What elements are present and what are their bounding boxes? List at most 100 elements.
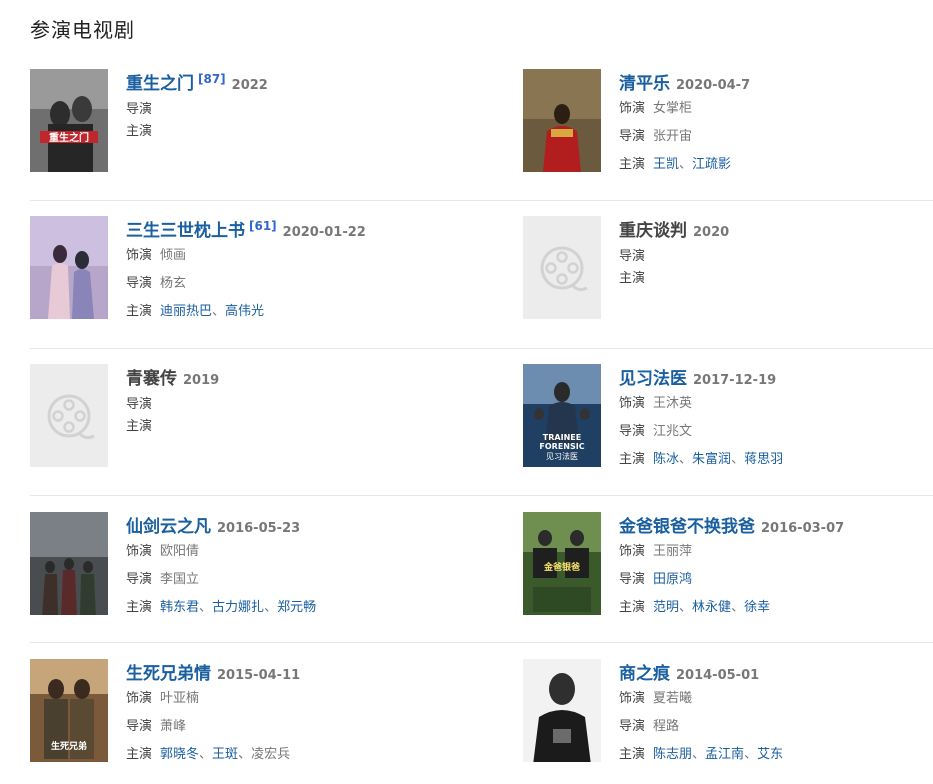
cast-label: 主演 <box>619 747 646 762</box>
role-label: 饰演 <box>619 544 646 559</box>
cast-link[interactable]: 范明 <box>653 600 679 615</box>
poster-image[interactable]: 金爸银爸 <box>523 512 601 615</box>
director-label: 导演 <box>619 249 646 264</box>
director-value: 江兆文 <box>653 424 693 439</box>
cast-link[interactable]: 王凯 <box>653 157 679 172</box>
show-date: 2014-05-01 <box>676 668 760 683</box>
cast-label: 主演 <box>126 124 153 139</box>
show-title[interactable]: 见习法医 <box>619 369 687 389</box>
director-link[interactable]: 田原鸿 <box>653 572 692 587</box>
cast-link[interactable]: 王斑 <box>212 747 238 762</box>
poster-placeholder[interactable] <box>30 364 108 467</box>
show-card: 仙剑云之凡 2016-05-23 饰演 欧阳倩 导演 李国立 主演 韩东君、古力娜扎、郑… <box>30 512 440 622</box>
director-label: 导演 <box>619 129 646 144</box>
director-label: 导演 <box>619 719 646 734</box>
svg-text:见习法医: 见习法医 <box>546 451 578 461</box>
row-divider <box>30 348 933 349</box>
show-title[interactable]: 三生三世枕上书 <box>126 221 245 241</box>
cast-link[interactable]: 郑元畅 <box>277 600 316 615</box>
director-value: 杨玄 <box>160 276 187 291</box>
cast-link[interactable]: 蒋思羽 <box>744 452 783 467</box>
show-title[interactable]: 商之痕 <box>619 664 670 684</box>
show-date: 2022 <box>231 78 268 93</box>
poster-image[interactable] <box>523 659 601 762</box>
cast-label: 主演 <box>619 600 646 615</box>
role-value: 王丽萍 <box>653 544 693 559</box>
show-date: 2020 <box>693 225 730 240</box>
poster-image[interactable] <box>30 216 108 319</box>
svg-text:重生之门: 重生之门 <box>49 131 89 144</box>
role-value: 王沐英 <box>653 396 693 411</box>
poster-image[interactable] <box>523 69 601 172</box>
cast-link[interactable]: 林永健 <box>692 600 731 615</box>
role-value: 欧阳倩 <box>160 544 200 559</box>
show-card: 重生之门 重生之门 [87] 2022 导演 主演 <box>30 69 440 179</box>
role-value: 夏若曦 <box>653 691 693 706</box>
show-card: 清平乐 2020-04-7 饰演 女掌柜 导演 张开宙 主演 王凯、江疏影 <box>523 69 933 179</box>
cast-label: 主演 <box>619 452 646 467</box>
cast-link[interactable]: 韩东君 <box>160 600 199 615</box>
cast-link[interactable]: 陈志朋 <box>653 747 692 762</box>
poster-image[interactable]: TRAINEE FORENSIC 见习法医 <box>523 364 601 467</box>
director-label: 导演 <box>126 397 153 412</box>
show-title[interactable]: 青褰传 <box>126 369 177 389</box>
director-label: 导演 <box>126 572 153 587</box>
show-date: 2016-03-07 <box>761 521 845 536</box>
cast-link[interactable]: 高伟光 <box>225 304 264 319</box>
svg-text:金爸银爸: 金爸银爸 <box>543 561 580 573</box>
poster-image[interactable] <box>30 512 108 615</box>
director-value: 张开宙 <box>653 129 693 144</box>
show-card: 生死兄弟 生死兄弟情 2015-04-11 饰演 叶亚楠 导演 萧峰 主演 郭晓冬、王斑… <box>30 659 440 769</box>
director-label: 导演 <box>126 102 153 117</box>
cast-link[interactable]: 郭晓冬 <box>160 747 199 762</box>
cast-link[interactable]: 徐幸 <box>744 600 770 615</box>
role-label: 饰演 <box>126 544 153 559</box>
cast-label: 主演 <box>126 747 153 762</box>
cast-link[interactable]: 孟江南 <box>705 747 744 762</box>
poster-image[interactable]: 生死兄弟 <box>30 659 108 762</box>
show-date: 2020-04-7 <box>676 78 751 93</box>
cast-name: 凌宏兵 <box>251 747 291 762</box>
show-card: TRAINEE FORENSIC 见习法医 见习法医 2017-12-19 饰演王… <box>523 364 933 474</box>
role-value: 女掌柜 <box>653 101 693 116</box>
cast-link[interactable]: 朱富润 <box>692 452 731 467</box>
show-card: 三生三世枕上书 [61] 2020-01-22 饰演 倾画 导演 杨玄 主演 迪丽热巴、高… <box>30 216 440 326</box>
director-label: 导演 <box>126 276 153 291</box>
role-label: 饰演 <box>619 691 646 706</box>
show-title[interactable]: 金爸银爸不换我爸 <box>619 517 755 537</box>
director-value: 萧峰 <box>160 719 187 734</box>
cast-link[interactable]: 艾东 <box>757 747 783 762</box>
show-date: 2017-12-19 <box>693 373 777 388</box>
director-value: 程路 <box>653 719 680 734</box>
show-title[interactable]: 重生之门 <box>126 74 194 94</box>
cast-link[interactable]: 古力娜扎 <box>212 600 264 615</box>
show-card: 商之痕 2014-05-01 饰演 夏若曦 导演 程路 主演 陈志朋、孟江南、艾东 <box>523 659 933 769</box>
show-date: 2015-04-11 <box>217 668 301 683</box>
show-date: 2020-01-22 <box>282 225 366 240</box>
show-card: 重庆谈判 2020 导演 主演 <box>523 216 933 326</box>
row-divider <box>30 495 933 496</box>
cast-link[interactable]: 迪丽热巴 <box>160 304 212 319</box>
show-title[interactable]: 清平乐 <box>619 74 670 94</box>
poster-placeholder[interactable] <box>523 216 601 319</box>
show-date: 2016-05-23 <box>217 521 301 536</box>
cast-link[interactable]: 江疏影 <box>692 157 731 172</box>
svg-text:FORENSIC: FORENSIC <box>539 442 584 451</box>
role-label: 饰演 <box>126 248 153 263</box>
role-value: 倾画 <box>160 248 187 263</box>
cast-label: 主演 <box>126 419 153 434</box>
score-badge[interactable]: [87] <box>198 72 226 86</box>
show-title[interactable]: 重庆谈判 <box>619 221 687 241</box>
row-divider <box>30 642 933 643</box>
role-label: 饰演 <box>126 691 153 706</box>
cast-link[interactable]: 陈冰 <box>653 452 679 467</box>
show-title[interactable]: 仙剑云之凡 <box>126 517 211 537</box>
show-title[interactable]: 生死兄弟情 <box>126 664 211 684</box>
role-label: 饰演 <box>619 396 646 411</box>
cast-label: 主演 <box>619 271 646 286</box>
show-date: 2019 <box>183 373 220 388</box>
score-badge[interactable]: [61] <box>249 219 277 233</box>
svg-text:TRAINEE: TRAINEE <box>543 433 581 442</box>
cast-label: 主演 <box>126 600 153 615</box>
poster-image[interactable]: 重生之门 <box>30 69 108 172</box>
